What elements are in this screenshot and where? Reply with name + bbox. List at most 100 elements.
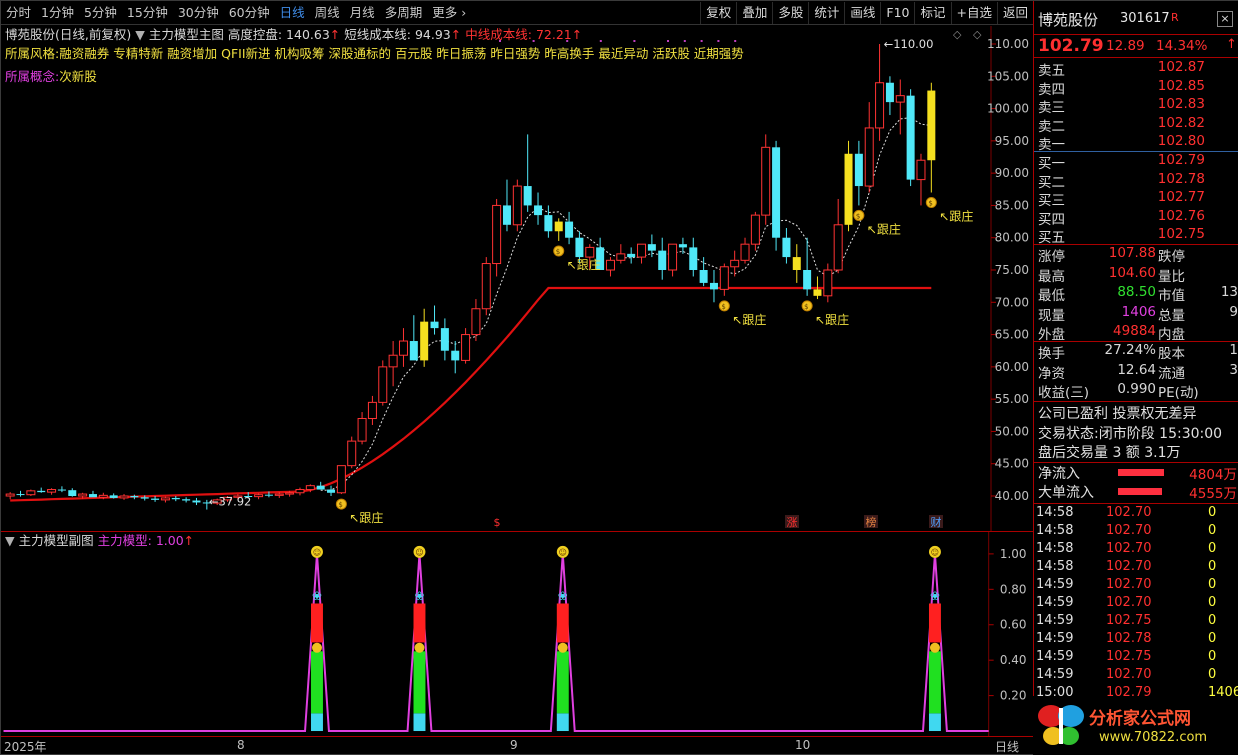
candle-body bbox=[37, 490, 46, 493]
candle-body bbox=[885, 82, 894, 103]
stat-label: 市值 bbox=[1158, 288, 1185, 304]
smiley-face: ☺ bbox=[559, 548, 567, 557]
tick-time: 14:58 bbox=[1036, 505, 1074, 520]
candle-body bbox=[668, 243, 678, 271]
period-tab[interactable]: 1分钟 bbox=[36, 1, 79, 25]
follow-label: ↖跟庄 bbox=[815, 312, 849, 327]
candle-body bbox=[409, 341, 418, 361]
marker-dot bbox=[734, 40, 737, 42]
bar-green bbox=[311, 651, 323, 714]
candle-body bbox=[844, 153, 853, 225]
up-arrow-icon: ↑ bbox=[329, 27, 341, 42]
stat-label: 总量 bbox=[1158, 307, 1185, 324]
tick-row: 14:58 102.70 0 bbox=[1034, 505, 1238, 523]
level-label: 卖二 bbox=[1038, 118, 1065, 135]
candle-body bbox=[264, 494, 273, 496]
event-tag: 榜 bbox=[866, 515, 877, 529]
overlay-button[interactable]: 叠加 bbox=[736, 2, 772, 24]
candle-body bbox=[575, 237, 584, 258]
candle-body bbox=[544, 215, 553, 232]
net-inflow-label: 净流入 bbox=[1038, 466, 1080, 482]
candle-body bbox=[813, 289, 822, 296]
y-tick-label: 110.00 bbox=[987, 37, 1029, 51]
sub-title[interactable]: 主力模型副图 bbox=[19, 533, 94, 548]
more-label: 更多 bbox=[432, 4, 458, 20]
stat-value: 88.50 bbox=[1117, 284, 1156, 300]
candle-body bbox=[26, 490, 36, 496]
stat-label: 股本 bbox=[1158, 346, 1185, 362]
period-tab[interactable]: 15分钟 bbox=[122, 1, 173, 25]
candle-body bbox=[5, 493, 15, 497]
add-watchlist-button[interactable]: +自选 bbox=[950, 2, 997, 24]
bar-red bbox=[413, 603, 426, 643]
indicator-name[interactable]: 主力模型主图 bbox=[149, 27, 224, 42]
draw-line-button[interactable]: 画线 bbox=[844, 2, 880, 24]
logo-url: www.70822.com bbox=[1099, 730, 1208, 745]
period-tab[interactable]: 周线 bbox=[310, 1, 345, 25]
main-chart[interactable]: 110.00 105.00 100.00 95.00 90.00 85.00 80.00 75… bbox=[1, 26, 1033, 531]
sub-chart[interactable]: 1.00 0.80 0.60 0.40 0.20 ❀ ☺ ❀ ☺ ❀ ☺ ❀ ☺ bbox=[1, 531, 1033, 736]
bid-row: 买五 102.75 bbox=[1034, 226, 1238, 246]
multi-stock-button[interactable]: 多股 bbox=[772, 2, 808, 24]
period-tab[interactable]: 30分钟 bbox=[173, 1, 224, 25]
period-tab[interactable]: 60分钟 bbox=[224, 1, 275, 25]
tick-time: 14:58 bbox=[1036, 559, 1074, 574]
back-button[interactable]: 返回 bbox=[996, 2, 1033, 24]
stat-label: 涨停 bbox=[1038, 249, 1065, 265]
diamond-icon: ◇ bbox=[973, 28, 982, 41]
trade-status: 交易状态:闭市阶段 15:30:00 bbox=[1038, 423, 1222, 443]
level-price: 102.75 bbox=[1157, 226, 1205, 242]
more-periods-button[interactable]: 更多 › bbox=[427, 1, 471, 25]
stat-label: 内盘 bbox=[1158, 327, 1185, 343]
dropdown-icon[interactable]: ▼ bbox=[135, 27, 145, 42]
level-label: 买三 bbox=[1038, 193, 1065, 209]
candle-body bbox=[616, 253, 626, 261]
y-tick-label: 55.00 bbox=[995, 392, 1029, 406]
close-icon[interactable]: × bbox=[1217, 11, 1233, 27]
level-label: 卖四 bbox=[1038, 81, 1065, 98]
period-tab[interactable]: 分时 bbox=[1, 1, 36, 25]
tick-volume: 0 bbox=[1208, 631, 1217, 646]
period-tab[interactable]: 多周期 bbox=[380, 1, 428, 25]
bar-cyan bbox=[928, 713, 941, 732]
candle-body bbox=[833, 224, 843, 271]
candle-body bbox=[864, 127, 874, 187]
stock-name: 博苑股份 bbox=[5, 27, 56, 42]
period-tab-daily[interactable]: 日线 bbox=[275, 1, 310, 25]
quote-stock-code: 301617 bbox=[1120, 11, 1170, 26]
concept-label: 所属概念: bbox=[5, 69, 60, 84]
bid-row: 买四 102.76 bbox=[1034, 208, 1238, 228]
low-label: ←37.92 bbox=[209, 494, 252, 508]
trade-status-label: 交易状态: bbox=[1038, 426, 1099, 442]
y-tick-label: 60.00 bbox=[995, 360, 1029, 374]
big-inflow-label: 大单流入 bbox=[1038, 485, 1094, 501]
y-tick-label: 100.00 bbox=[987, 102, 1029, 116]
stat-value: 0.990 bbox=[1117, 381, 1156, 397]
main-force-line bbox=[3, 553, 989, 733]
candle-body bbox=[98, 494, 108, 498]
f10-button[interactable]: F10 bbox=[880, 2, 914, 24]
y-tick-label: 1.00 bbox=[1000, 547, 1027, 561]
dropdown-icon[interactable]: ▼ bbox=[5, 533, 15, 548]
stat-row: 净资 12.64 流通 3 bbox=[1034, 362, 1238, 382]
money-bag-icon bbox=[929, 642, 940, 653]
money-bag-icon bbox=[414, 642, 425, 653]
stat-value: 49884 bbox=[1113, 323, 1156, 339]
tick-price: 102.70 bbox=[1106, 667, 1152, 682]
height-label: 高度控盘: bbox=[227, 27, 283, 42]
period-tab[interactable]: 月线 bbox=[345, 1, 380, 25]
tool-buttons: 复权 叠加 多股 统计 画线 F10 标记 +自选 返回 bbox=[700, 1, 1033, 25]
tick-row: 14:58 102.70 0 bbox=[1034, 523, 1238, 541]
y-tick-label: 50.00 bbox=[995, 424, 1029, 438]
y-tick-label: 80.00 bbox=[995, 231, 1029, 245]
period-tab[interactable]: 5分钟 bbox=[79, 1, 122, 25]
bar-cyan bbox=[311, 713, 323, 732]
stats-button[interactable]: 统计 bbox=[808, 2, 844, 24]
restore-right-button[interactable]: 复权 bbox=[700, 2, 736, 24]
bar-cyan bbox=[413, 713, 426, 732]
stat-label: 流通 bbox=[1158, 365, 1185, 382]
stat-label: 换手 bbox=[1038, 346, 1065, 362]
mark-button[interactable]: 标记 bbox=[914, 2, 950, 24]
candle-body bbox=[792, 257, 801, 270]
tick-volume: 0 bbox=[1208, 667, 1217, 682]
